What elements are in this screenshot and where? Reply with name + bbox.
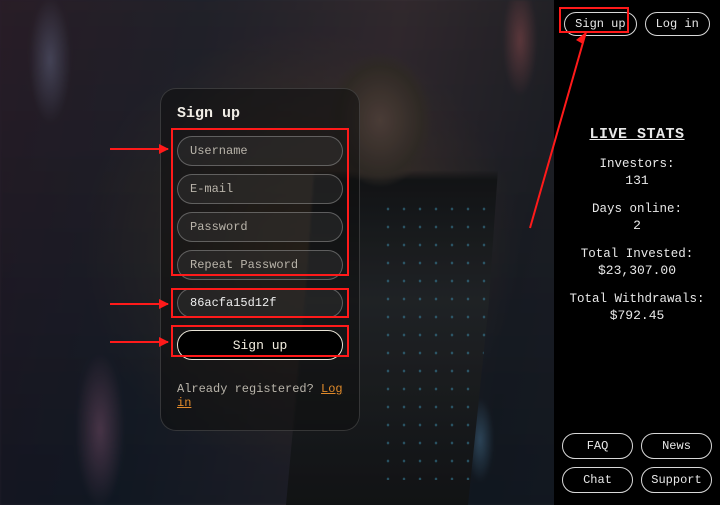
captcha-field[interactable]: [177, 288, 343, 318]
stats-heading: LIVE STATS: [562, 126, 712, 143]
auth-buttons: Sign up Log in: [564, 12, 710, 36]
panel-title: Sign up: [177, 105, 343, 122]
days-online-label: Days online:: [562, 202, 712, 216]
password-field[interactable]: [177, 212, 343, 242]
signup-button[interactable]: Sign up: [564, 12, 636, 36]
support-button[interactable]: Support: [641, 467, 712, 493]
footer-buttons: FAQ News Chat Support: [562, 433, 712, 493]
chat-button[interactable]: Chat: [562, 467, 633, 493]
live-stats: LIVE STATS Investors: 131 Days online: 2…: [562, 126, 712, 337]
repeat-password-field[interactable]: [177, 250, 343, 280]
username-field[interactable]: [177, 136, 343, 166]
days-online-value: 2: [562, 218, 712, 233]
panel-footer: Already registered? Log in: [177, 382, 343, 410]
total-withdrawals-label: Total Withdrawals:: [562, 292, 712, 306]
signup-submit-button[interactable]: Sign up: [177, 330, 343, 360]
signup-panel: Sign up Sign up Already registered? Log …: [160, 88, 360, 431]
faq-button[interactable]: FAQ: [562, 433, 633, 459]
total-invested-value: $23,307.00: [562, 263, 712, 278]
investors-label: Investors:: [562, 157, 712, 171]
login-button[interactable]: Log in: [645, 12, 710, 36]
news-button[interactable]: News: [641, 433, 712, 459]
total-invested-label: Total Invested:: [562, 247, 712, 261]
total-withdrawals-value: $792.45: [562, 308, 712, 323]
investors-value: 131: [562, 173, 712, 188]
email-field[interactable]: [177, 174, 343, 204]
sidebar: Sign up Log in LIVE STATS Investors: 131…: [554, 0, 720, 505]
already-registered-text: Already registered?: [177, 382, 321, 396]
